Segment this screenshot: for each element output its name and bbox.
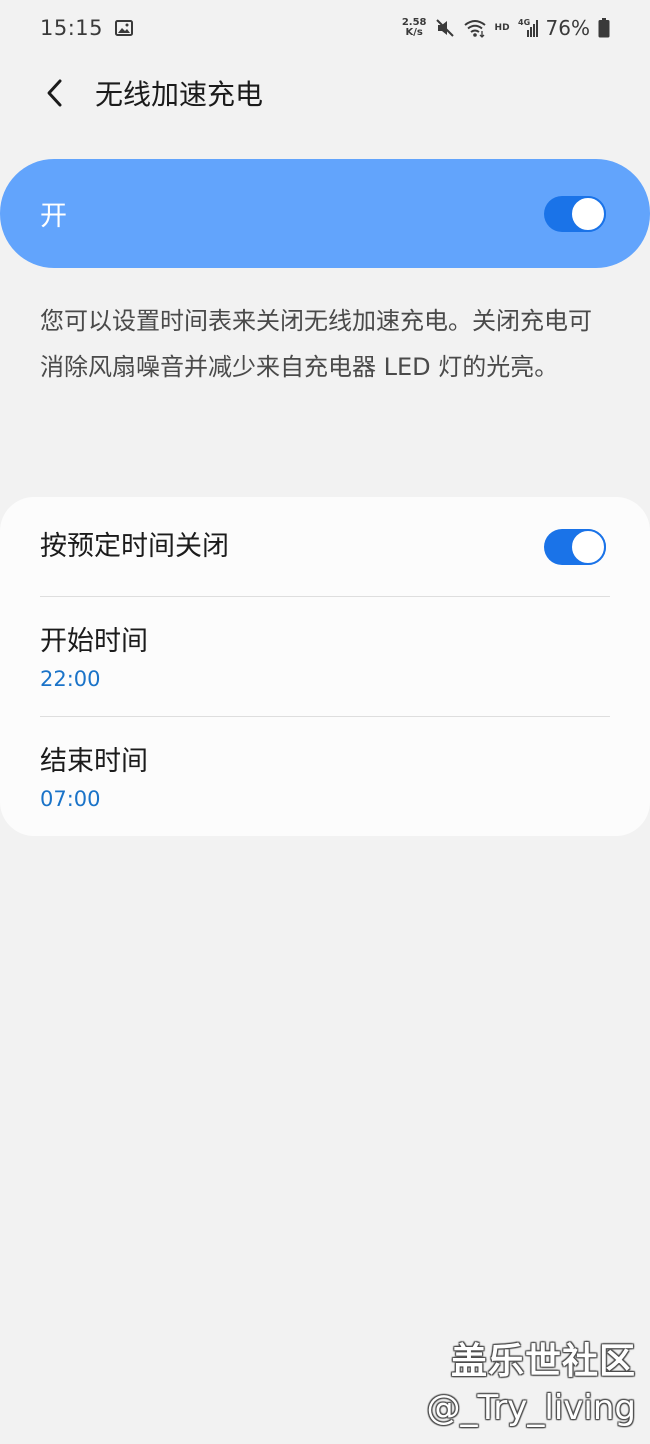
feature-description: 您可以设置时间表来关闭无线加速充电。关闭充电可消除风扇噪音并减少来自充电器 LE… <box>40 307 592 381</box>
network-speed-unit: K/s <box>405 27 423 38</box>
toggle-knob <box>570 195 606 232</box>
signal-icon: 4G <box>518 18 538 38</box>
start-time-label: 开始时间 <box>40 626 148 657</box>
mute-icon <box>435 18 455 38</box>
schedule-toggle-switch[interactable] <box>544 528 606 565</box>
end-time-label: 结束时间 <box>40 746 148 777</box>
screen: 15:15 2.58 K/s HD 4G 76% 无线加速充电 开 您可以设置时… <box>0 0 650 1444</box>
master-toggle-switch[interactable] <box>544 195 606 232</box>
status-left: 15:15 <box>40 16 134 40</box>
watermark-brand: 盖乐世社区 <box>450 1341 636 1382</box>
start-time-row[interactable]: 开始时间 22:00 <box>40 597 610 717</box>
status-bar: 15:15 2.58 K/s HD 4G 76% <box>0 0 650 56</box>
app-header: 无线加速充电 <box>0 60 650 126</box>
chevron-left-icon <box>43 77 67 109</box>
network-speed: 2.58 K/s <box>402 18 427 38</box>
status-right: 2.58 K/s HD 4G 76% <box>402 16 610 40</box>
schedule-card: 按预定时间关闭 开始时间 22:00 结束时间 07:00 <box>0 497 650 836</box>
status-time: 15:15 <box>40 16 104 40</box>
hd-label: HD <box>494 23 510 33</box>
page-title: 无线加速充电 <box>95 78 264 111</box>
gallery-icon <box>115 20 134 36</box>
schedule-off-row[interactable]: 按预定时间关闭 <box>40 497 610 597</box>
signal-label: 4G <box>518 18 530 27</box>
watermark-user: @_Try_living <box>426 1388 636 1428</box>
toggle-knob <box>570 528 606 565</box>
battery-percent: 76% <box>545 16 590 40</box>
schedule-off-label: 按预定时间关闭 <box>40 530 229 562</box>
back-button[interactable] <box>27 65 83 121</box>
start-time-value: 22:00 <box>40 667 101 691</box>
master-switch-label: 开 <box>40 201 67 232</box>
battery-icon <box>598 18 610 38</box>
community-watermark: 盖乐世社区 @_Try_living <box>427 1338 636 1430</box>
master-switch-bar[interactable]: 开 <box>0 159 650 268</box>
wifi-icon <box>463 18 487 38</box>
end-time-value: 07:00 <box>40 787 101 811</box>
end-time-row[interactable]: 结束时间 07:00 <box>40 717 610 836</box>
